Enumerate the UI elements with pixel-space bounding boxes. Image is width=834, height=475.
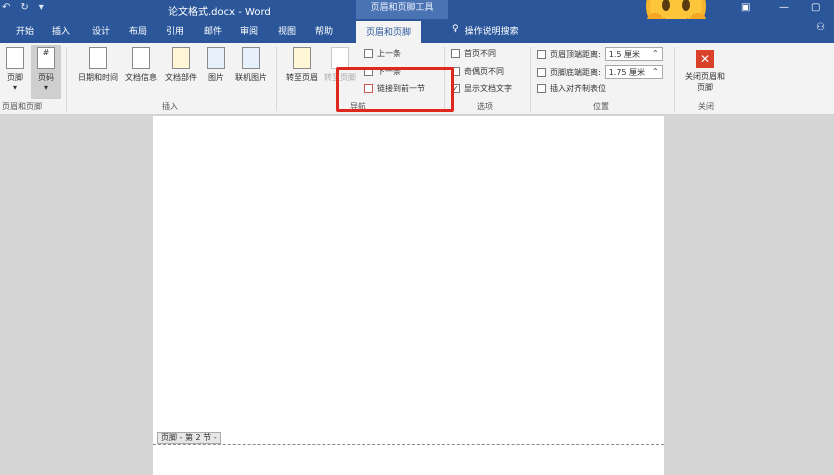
footer-bottom-label: 页脚底端距离: <box>550 67 601 77</box>
tab-help[interactable]: 帮助 <box>315 24 333 37</box>
alignment-tab-icon <box>537 84 546 93</box>
group-divider <box>530 47 531 111</box>
lightbulb-icon: ♀ <box>452 24 459 34</box>
tab-header-footer[interactable]: 页眉和页脚 <box>356 21 422 43</box>
undo-icon[interactable]: ↶ <box>2 2 10 13</box>
group-label-position: 位置 <box>593 102 609 111</box>
ribbon-tabs: 开始 插入 设计 布局 引用 邮件 审阅 视图 帮助 页眉和页脚 ♀ 操作说明搜… <box>0 19 834 43</box>
footer-boundary <box>153 444 664 445</box>
previous-label: 上一条 <box>377 49 401 58</box>
footer-position-icon <box>537 67 546 77</box>
previous-icon <box>364 49 373 58</box>
online-picture-icon <box>242 47 260 69</box>
dropdown-arrow-icon: ▾ <box>43 83 48 92</box>
picture-button[interactable]: 图片 <box>203 45 229 83</box>
quick-parts-icon <box>172 47 190 69</box>
header-top-distance: 页眉顶端距离: 1.5 厘米 ⌃ <box>537 47 663 61</box>
quick-parts-label: 文档部件 <box>165 73 197 82</box>
goto-header-icon <box>293 47 311 69</box>
document-page[interactable] <box>153 116 664 475</box>
dropdown-arrow-icon: ▾ <box>12 83 17 92</box>
goto-header-button[interactable]: 转至页眉 <box>283 45 321 83</box>
close-header-footer-button[interactable]: ✕ 关闭页眉和页脚 <box>680 45 730 93</box>
tab-design[interactable]: 设计 <box>92 24 110 37</box>
close-header-footer-label: 关闭页眉和页脚 <box>685 72 725 92</box>
different-odd-even-label: 奇偶页不同 <box>464 67 504 76</box>
document-info-icon <box>132 47 150 69</box>
tab-references[interactable]: 引用 <box>166 24 184 37</box>
footer-bottom-value: 1.75 厘米 <box>608 68 646 77</box>
account-icon[interactable]: ⚇ <box>816 22 825 33</box>
tab-review[interactable]: 审阅 <box>240 24 258 37</box>
doc-info-button[interactable]: 文档信息 <box>123 45 159 83</box>
quick-access-toolbar: ↶ ↻ ▾ <box>2 2 44 13</box>
tell-me-label: 操作说明搜索 <box>464 27 519 37</box>
picture-icon <box>207 47 225 69</box>
insert-alignment-tab-label: 插入对齐制表位 <box>550 84 606 93</box>
header-top-label: 页眉顶端距离: <box>550 49 601 59</box>
spinner-icon[interactable]: ⌃ <box>652 67 659 77</box>
different-first-page-checkbox[interactable]: 首页不同 <box>451 48 496 59</box>
quick-parts-button[interactable]: 文档部件 <box>161 45 201 83</box>
group-label-header-footer: 页眉和页脚 <box>2 102 42 111</box>
spinner-icon[interactable]: ⌃ <box>652 49 659 59</box>
footer-icon <box>6 47 24 69</box>
group-divider <box>276 47 277 111</box>
footer-label: 页脚 <box>7 73 23 82</box>
show-document-text-label: 显示文档文字 <box>464 84 512 93</box>
different-odd-even-checkbox[interactable]: 奇偶页不同 <box>451 66 504 77</box>
customize-qat-icon[interactable]: ▾ <box>39 2 44 13</box>
highlight-box <box>336 67 454 112</box>
header-top-input[interactable]: 1.5 厘米 ⌃ <box>604 47 663 61</box>
footer-bottom-input[interactable]: 1.75 厘米 ⌃ <box>604 65 663 79</box>
header-top-value: 1.5 厘米 <box>608 50 640 59</box>
online-picture-button[interactable]: 联机图片 <box>232 45 270 83</box>
tab-view[interactable]: 视图 <box>278 24 296 37</box>
goto-footer-icon <box>331 47 349 69</box>
tab-mailings[interactable]: 邮件 <box>204 24 222 37</box>
page-number-label: 页码 <box>38 73 54 82</box>
calendar-icon <box>89 47 107 69</box>
minimize-icon[interactable]: — <box>779 2 789 13</box>
page-number-icon: # <box>37 47 55 69</box>
date-time-button[interactable]: 日期和时间 <box>73 45 123 83</box>
restore-icon[interactable]: ▢ <box>811 2 820 13</box>
tell-me-search[interactable]: ♀ 操作说明搜索 <box>452 24 519 37</box>
tab-insert[interactable]: 插入 <box>52 24 70 37</box>
doc-info-label: 文档信息 <box>125 73 157 82</box>
page-number-button[interactable]: # 页码 ▾ <box>31 45 61 99</box>
group-divider <box>66 47 67 111</box>
online-picture-label: 联机图片 <box>235 73 267 82</box>
insert-alignment-tab-button[interactable]: 插入对齐制表位 <box>537 83 606 94</box>
tab-home[interactable]: 开始 <box>16 24 34 37</box>
goto-header-label: 转至页眉 <box>286 73 318 82</box>
group-label-insert: 插入 <box>162 102 178 111</box>
previous-button[interactable]: 上一条 <box>364 48 401 59</box>
date-time-label: 日期和时间 <box>78 73 118 82</box>
document-title: 论文格式.docx - Word <box>168 7 271 18</box>
footer-button[interactable]: 页脚 ▾ <box>2 45 28 92</box>
group-divider <box>674 47 675 111</box>
context-tool-title: 页眉和页脚工具 <box>356 0 448 19</box>
different-first-page-label: 首页不同 <box>464 49 496 58</box>
group-label-options: 选项 <box>477 102 493 111</box>
ribbon-display-icon[interactable]: ▣ <box>741 2 750 13</box>
show-document-text-checkbox[interactable]: 显示文档文字 <box>451 83 512 94</box>
redo-icon[interactable]: ↻ <box>20 2 28 13</box>
tab-layout[interactable]: 布局 <box>129 24 147 37</box>
footer-bottom-distance: 页脚底端距离: 1.75 厘米 ⌃ <box>537 65 663 79</box>
header-position-icon <box>537 49 546 59</box>
checkbox-icon <box>451 49 460 58</box>
close-icon: ✕ <box>696 50 714 68</box>
footer-section-tag: 页脚 - 第 2 节 - <box>157 432 221 444</box>
group-label-close: 关闭 <box>698 102 714 111</box>
picture-label: 图片 <box>208 73 224 82</box>
